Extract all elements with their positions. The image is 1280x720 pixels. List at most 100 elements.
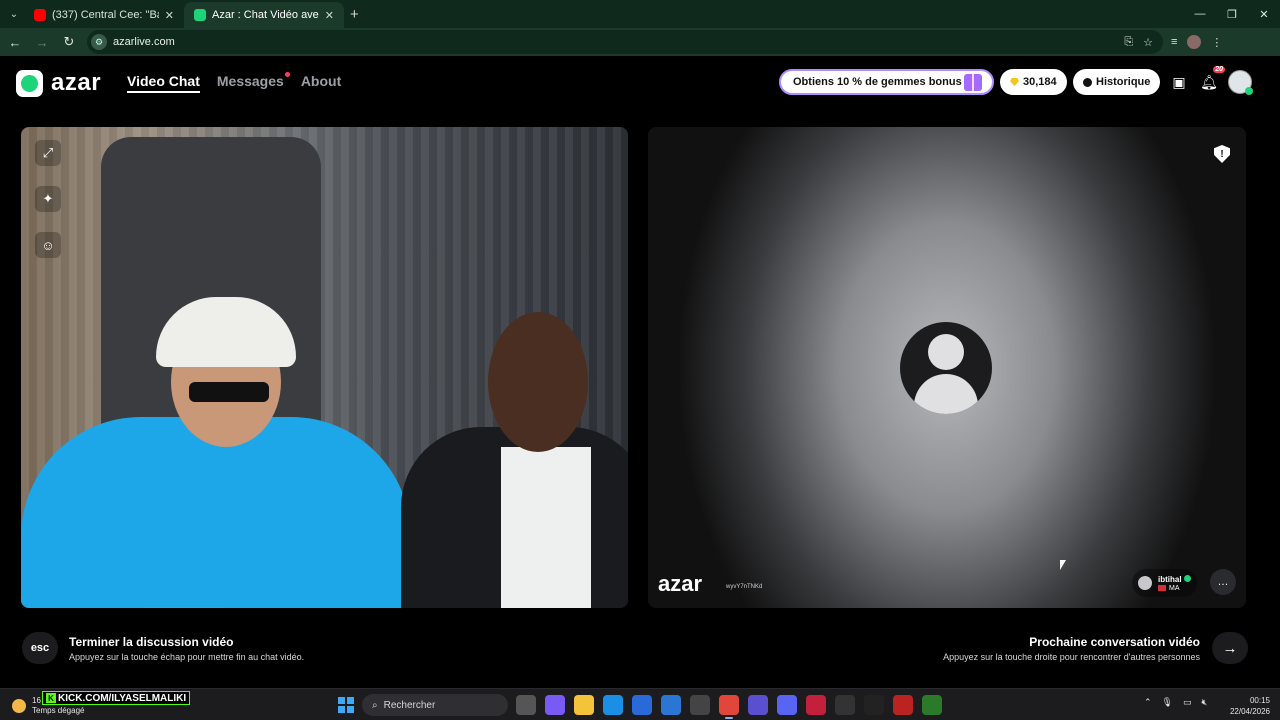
stream-overlay: K KICK.COM/ILYASELMALIKI bbox=[42, 691, 191, 705]
system-tray: ⌃ 🎙︎ ▭ 🔇︎ bbox=[1144, 697, 1207, 708]
app-icon[interactable] bbox=[893, 695, 913, 715]
tab-title: (337) Central Cee: "Band4Band" bbox=[52, 9, 159, 21]
store-icon[interactable]: ▣ bbox=[1169, 72, 1189, 92]
expand-icon[interactable]: ⤢ bbox=[35, 140, 61, 166]
mouse-cursor-icon bbox=[1060, 560, 1066, 570]
history-label: Historique bbox=[1096, 76, 1151, 88]
magic-wand-icon[interactable]: ✦ bbox=[35, 186, 61, 212]
person-face bbox=[488, 312, 588, 452]
sticker-smile-icon[interactable]: ☺ bbox=[35, 232, 61, 258]
address-bar[interactable]: ⚙ azarlive.com ⎘ ☆ bbox=[87, 30, 1163, 54]
notification-badge: 20 bbox=[1213, 66, 1225, 73]
gem-icon bbox=[1010, 78, 1019, 86]
sunglasses bbox=[189, 382, 269, 402]
nav-messages[interactable]: Messages bbox=[217, 72, 290, 93]
user-avatar[interactable] bbox=[1228, 70, 1253, 95]
close-tab-icon[interactable]: ✕ bbox=[165, 9, 174, 22]
settings-gear-icon[interactable] bbox=[835, 695, 855, 715]
reload-icon[interactable]: ↻ bbox=[57, 30, 81, 54]
tab-youtube[interactable]: (337) Central Cee: "Band4Band" ✕ bbox=[24, 2, 184, 28]
microphone-icon[interactable]: 🎙︎ bbox=[1162, 697, 1173, 708]
app-icon[interactable] bbox=[806, 695, 826, 715]
back-icon[interactable]: ← bbox=[3, 30, 27, 54]
gems-count: 30,184 bbox=[1023, 76, 1057, 88]
main-nav: Video Chat Messages About bbox=[127, 72, 341, 93]
app-icon[interactable] bbox=[864, 695, 884, 715]
end-chat-button[interactable]: esc bbox=[22, 632, 58, 664]
outlook-icon[interactable] bbox=[661, 695, 681, 715]
peer-info[interactable]: ibtihal MA bbox=[1132, 569, 1197, 597]
local-video bbox=[21, 127, 628, 608]
peer-avatar-icon bbox=[1138, 576, 1152, 590]
watermark-code: wyvY7nTNKd bbox=[726, 584, 763, 590]
clock-icon bbox=[1083, 77, 1092, 87]
peer-country: MA bbox=[1169, 584, 1180, 592]
next-chat-title: Prochaine conversation vidéo bbox=[1029, 635, 1200, 649]
end-chat-hint: Appuyez sur la touche échap pour mettre … bbox=[69, 652, 305, 662]
notification-bell-icon[interactable]: 🔔︎ 20 bbox=[1199, 66, 1225, 92]
tab-title: Azar : Chat Vidéo avec des inconnus bbox=[212, 9, 319, 21]
tab-azar[interactable]: Azar : Chat Vidéo avec des inconnus ✕ bbox=[184, 2, 344, 28]
windows-start-icon[interactable] bbox=[338, 697, 354, 713]
display-icon[interactable]: ▭ bbox=[1183, 697, 1192, 708]
store-app-icon[interactable] bbox=[632, 695, 652, 715]
edge-icon[interactable] bbox=[603, 695, 623, 715]
profile-avatar-icon[interactable] bbox=[1187, 35, 1202, 49]
chevron-up-icon[interactable]: ⌃ bbox=[1144, 697, 1152, 708]
system-clock[interactable]: 00:15 22/04/2026 bbox=[1226, 695, 1270, 717]
nav-video-chat[interactable]: Video Chat bbox=[127, 73, 200, 93]
promo-label: Obtiens 10 % de gemmes bonus ! bbox=[793, 76, 969, 88]
file-explorer-icon[interactable] bbox=[574, 695, 594, 715]
history-button[interactable]: Historique bbox=[1073, 69, 1161, 95]
azar-logo[interactable]: azar bbox=[16, 69, 101, 97]
copilot-icon[interactable] bbox=[545, 695, 565, 715]
weather-condition: Temps dégagé bbox=[32, 706, 85, 715]
gift-icon bbox=[964, 74, 982, 91]
next-chat-hint: Appuyez sur la touche droite pour rencon… bbox=[943, 652, 1200, 662]
close-tab-icon[interactable]: ✕ bbox=[325, 9, 334, 22]
forward-icon[interactable]: → bbox=[30, 30, 54, 54]
gems-balance-button[interactable]: 30,184 bbox=[1000, 69, 1067, 95]
chat-bubble-icon[interactable]: … bbox=[1210, 569, 1236, 595]
azar-watermark: azar bbox=[658, 571, 703, 596]
next-chat-button[interactable]: → bbox=[1212, 632, 1248, 664]
tab-search-icon[interactable]: ⌄ bbox=[4, 4, 24, 24]
end-chat-title: Terminer la discussion vidéo bbox=[69, 635, 234, 649]
new-tab-icon[interactable]: + bbox=[350, 6, 359, 23]
play-icon[interactable] bbox=[922, 695, 942, 715]
gem-promo-button[interactable]: Obtiens 10 % de gemmes bonus ! bbox=[779, 69, 994, 95]
install-app-icon[interactable]: ⎘ bbox=[1124, 36, 1133, 49]
clock-time: 00:15 bbox=[1249, 696, 1270, 705]
remote-video: ! azar wyvY7nTNKd ibtihal MA … bbox=[648, 127, 1246, 608]
url-text[interactable]: azarlive.com bbox=[113, 36, 175, 48]
moon-icon bbox=[12, 699, 26, 713]
chrome-icon[interactable] bbox=[719, 695, 739, 719]
task-view-icon[interactable] bbox=[516, 695, 536, 715]
online-status-dot bbox=[1245, 87, 1253, 95]
browser-menu-icon[interactable]: ⋮ bbox=[1211, 36, 1222, 49]
browser-toolbar: ← → ↻ ⚙ azarlive.com ⎘ ☆ ≡ ⋮ bbox=[0, 28, 1280, 56]
restore-icon[interactable]: ❐ bbox=[1216, 0, 1248, 28]
youtube-icon bbox=[34, 9, 46, 21]
media-controls-icon[interactable]: ≡ bbox=[1171, 36, 1177, 48]
report-shield-icon[interactable]: ! bbox=[1214, 145, 1230, 163]
minimize-icon[interactable]: — bbox=[1184, 0, 1216, 28]
kick-logo-icon: K bbox=[46, 693, 56, 703]
search-placeholder: Rechercher bbox=[383, 699, 436, 711]
app-icon[interactable] bbox=[690, 695, 710, 715]
close-window-icon[interactable]: ✕ bbox=[1248, 0, 1280, 28]
remote-avatar-placeholder bbox=[900, 322, 992, 414]
game-controller-icon[interactable] bbox=[748, 695, 768, 715]
taskbar-search[interactable]: ⌕ Rechercher bbox=[362, 694, 508, 716]
browser-tabbar: ⌄ (337) Central Cee: "Band4Band" ✕ Azar … bbox=[0, 0, 1280, 28]
clock-date: 22/04/2026 bbox=[1229, 707, 1270, 716]
bookmark-star-icon[interactable]: ☆ bbox=[1143, 36, 1153, 49]
discord-icon[interactable] bbox=[777, 695, 797, 715]
unread-dot bbox=[284, 72, 290, 77]
kick-channel-text: KICK.COM/ILYASELMALIKI bbox=[58, 692, 187, 704]
search-icon: ⌕ bbox=[372, 699, 378, 711]
site-info-icon[interactable]: ⚙ bbox=[91, 34, 107, 50]
volume-muted-icon[interactable]: 🔇︎ bbox=[1202, 697, 1208, 708]
app-header: azar Video Chat Messages About Obtiens 1… bbox=[0, 56, 1280, 108]
nav-about[interactable]: About bbox=[301, 73, 341, 93]
